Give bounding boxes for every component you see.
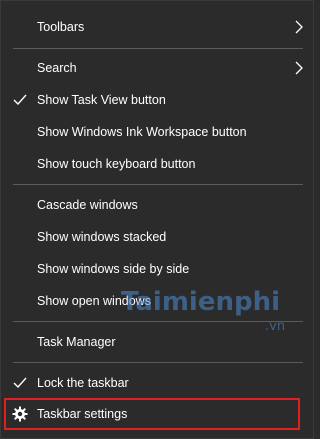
- menu-item-cascade-windows[interactable]: Cascade windows: [1, 189, 313, 221]
- chevron-right-icon: [295, 61, 303, 75]
- highlight-box: [4, 398, 300, 430]
- menu-item-show-windows-ink-workspace-button[interactable]: Show Windows Ink Workspace button: [1, 116, 313, 148]
- menu-item-label: Toolbars: [37, 20, 85, 34]
- menu-item-label: Show touch keyboard button: [37, 157, 196, 171]
- menu-separator: [13, 184, 303, 185]
- taskbar-context-menu: Toolbars Search Show Task View button Sh…: [0, 0, 314, 439]
- menu-separator: [13, 48, 303, 49]
- menu-item-show-touch-keyboard-button[interactable]: Show touch keyboard button: [1, 148, 313, 180]
- menu-separator: [13, 321, 303, 322]
- watermark-logo: Taimienphi: [121, 287, 281, 317]
- menu-item-search[interactable]: Search: [1, 52, 313, 84]
- menu-item-label: Task Manager: [37, 335, 116, 349]
- menu-item-show-windows-stacked[interactable]: Show windows stacked: [1, 221, 313, 253]
- menu-item-label: Show Task View button: [37, 93, 166, 107]
- menu-item-toolbars[interactable]: Toolbars: [1, 11, 313, 43]
- watermark-domain: .vn: [265, 319, 286, 334]
- menu-item-show-task-view-button[interactable]: Show Task View button: [1, 84, 313, 116]
- menu-item-label: Show windows side by side: [37, 262, 190, 276]
- menu-item-lock-the-taskbar[interactable]: Lock the taskbar: [1, 367, 313, 399]
- menu-item-label: Search: [37, 61, 77, 75]
- menu-item-label: Show windows stacked: [37, 230, 167, 244]
- menu-item-show-windows-side-by-side[interactable]: Show windows side by side: [1, 253, 313, 285]
- chevron-right-icon: [295, 20, 303, 34]
- menu-item-label: Show Windows Ink Workspace button: [37, 125, 247, 139]
- menu-item-label: Lock the taskbar: [37, 376, 129, 390]
- menu-item-label: Cascade windows: [37, 198, 138, 212]
- menu-separator: [13, 362, 303, 363]
- checkmark-icon: [13, 94, 27, 106]
- checkmark-icon: [13, 377, 27, 389]
